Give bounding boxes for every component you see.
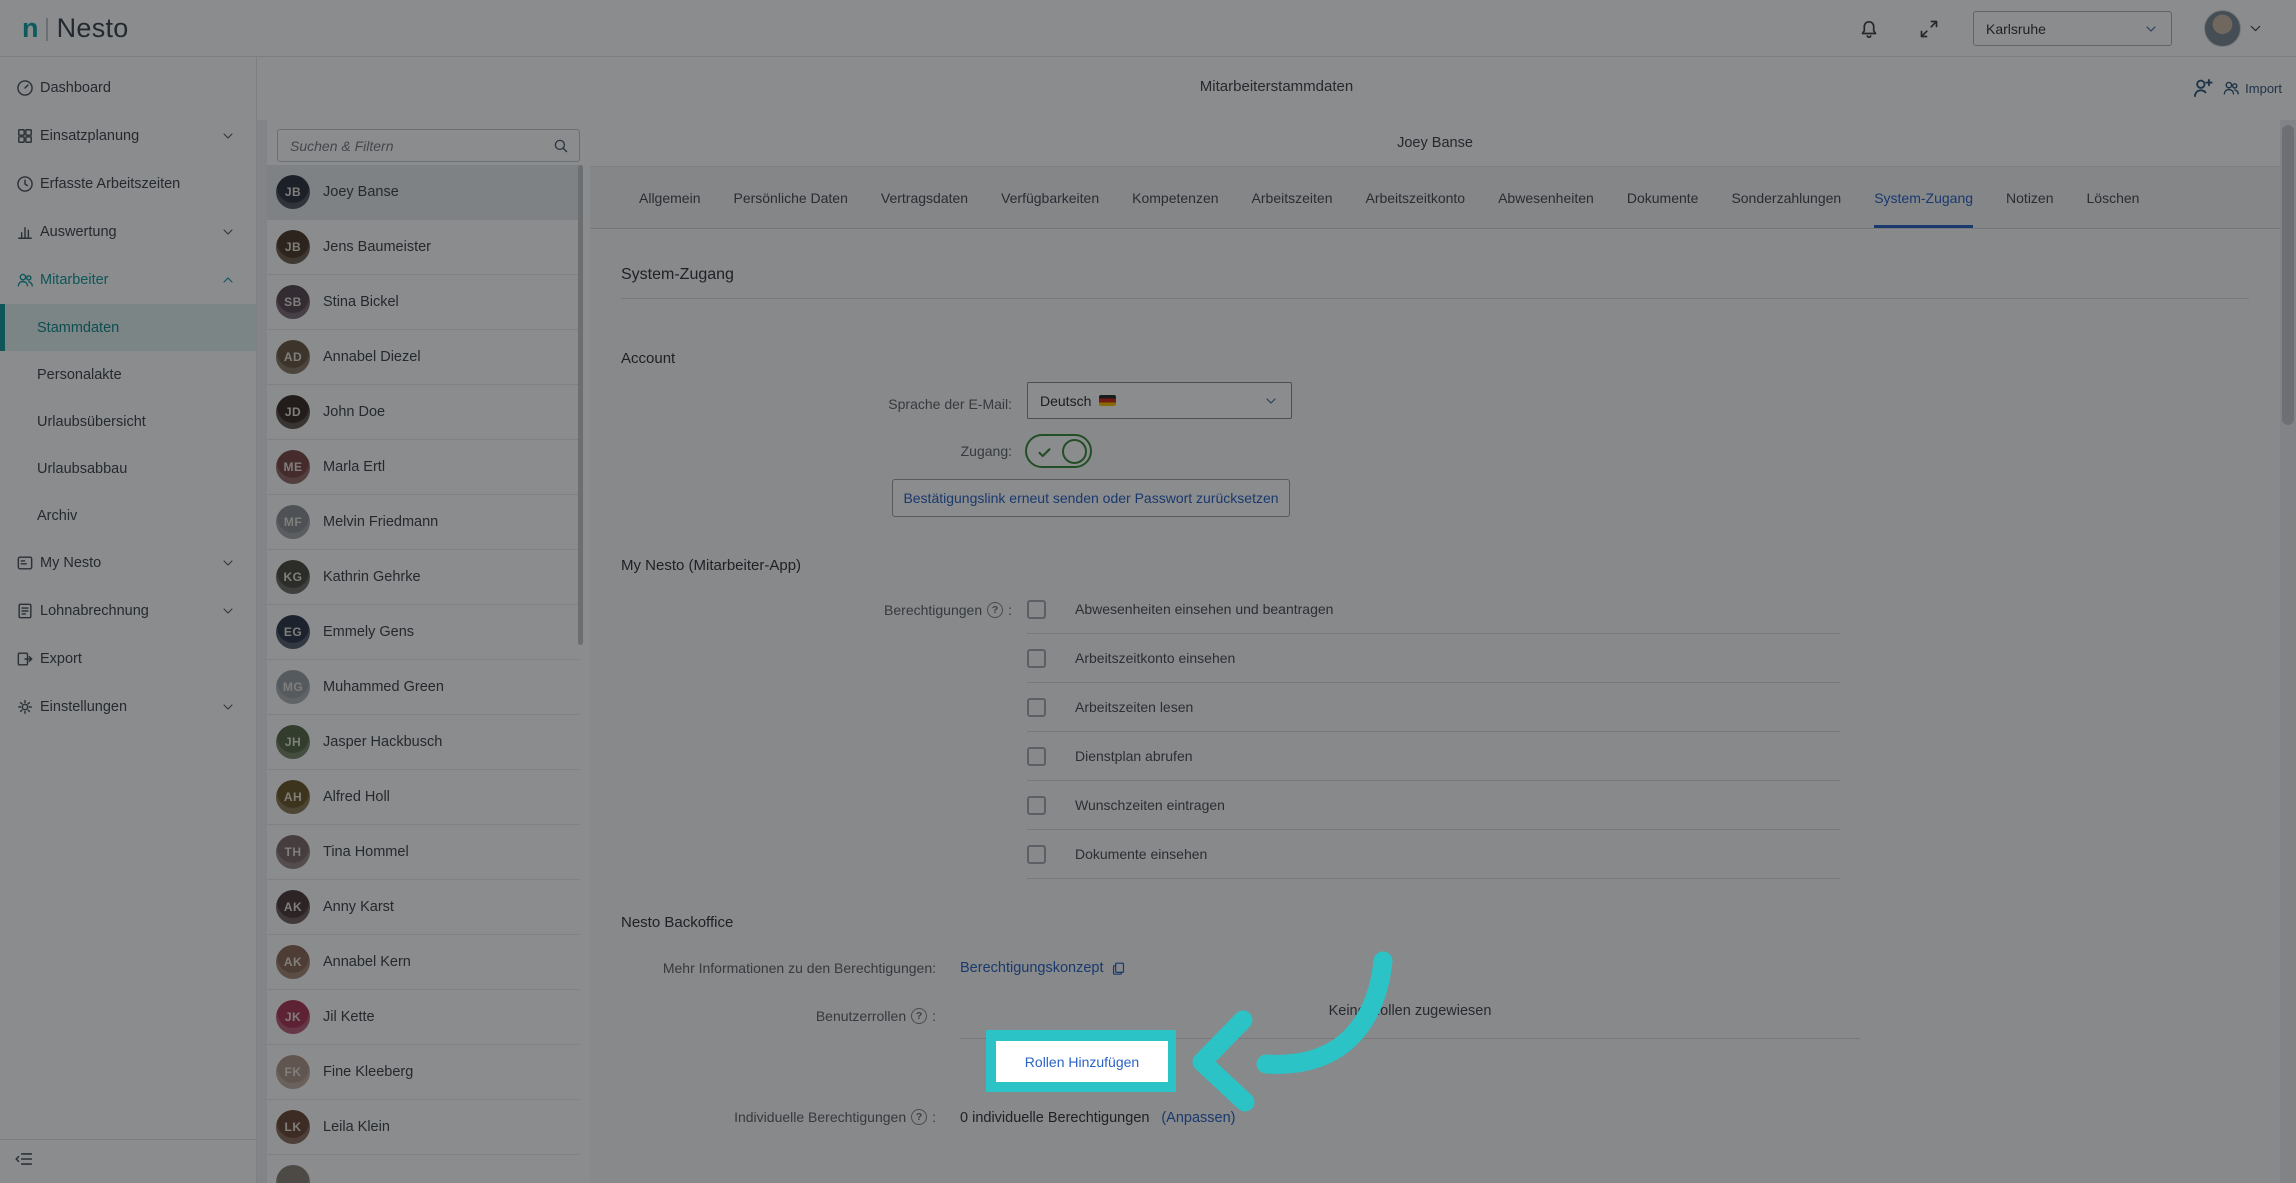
tutorial-arrow-annotation (1150, 930, 1430, 1120)
app-window: n | Nesto Karlsruhe DashboardEinsatzplan… (0, 0, 2296, 1183)
add-roles-button[interactable]: Rollen Hinzufügen (996, 1041, 1168, 1082)
tutorial-highlight-box: Rollen Hinzufügen (986, 1030, 1176, 1092)
tutorial-dim-overlay (0, 0, 2296, 1183)
